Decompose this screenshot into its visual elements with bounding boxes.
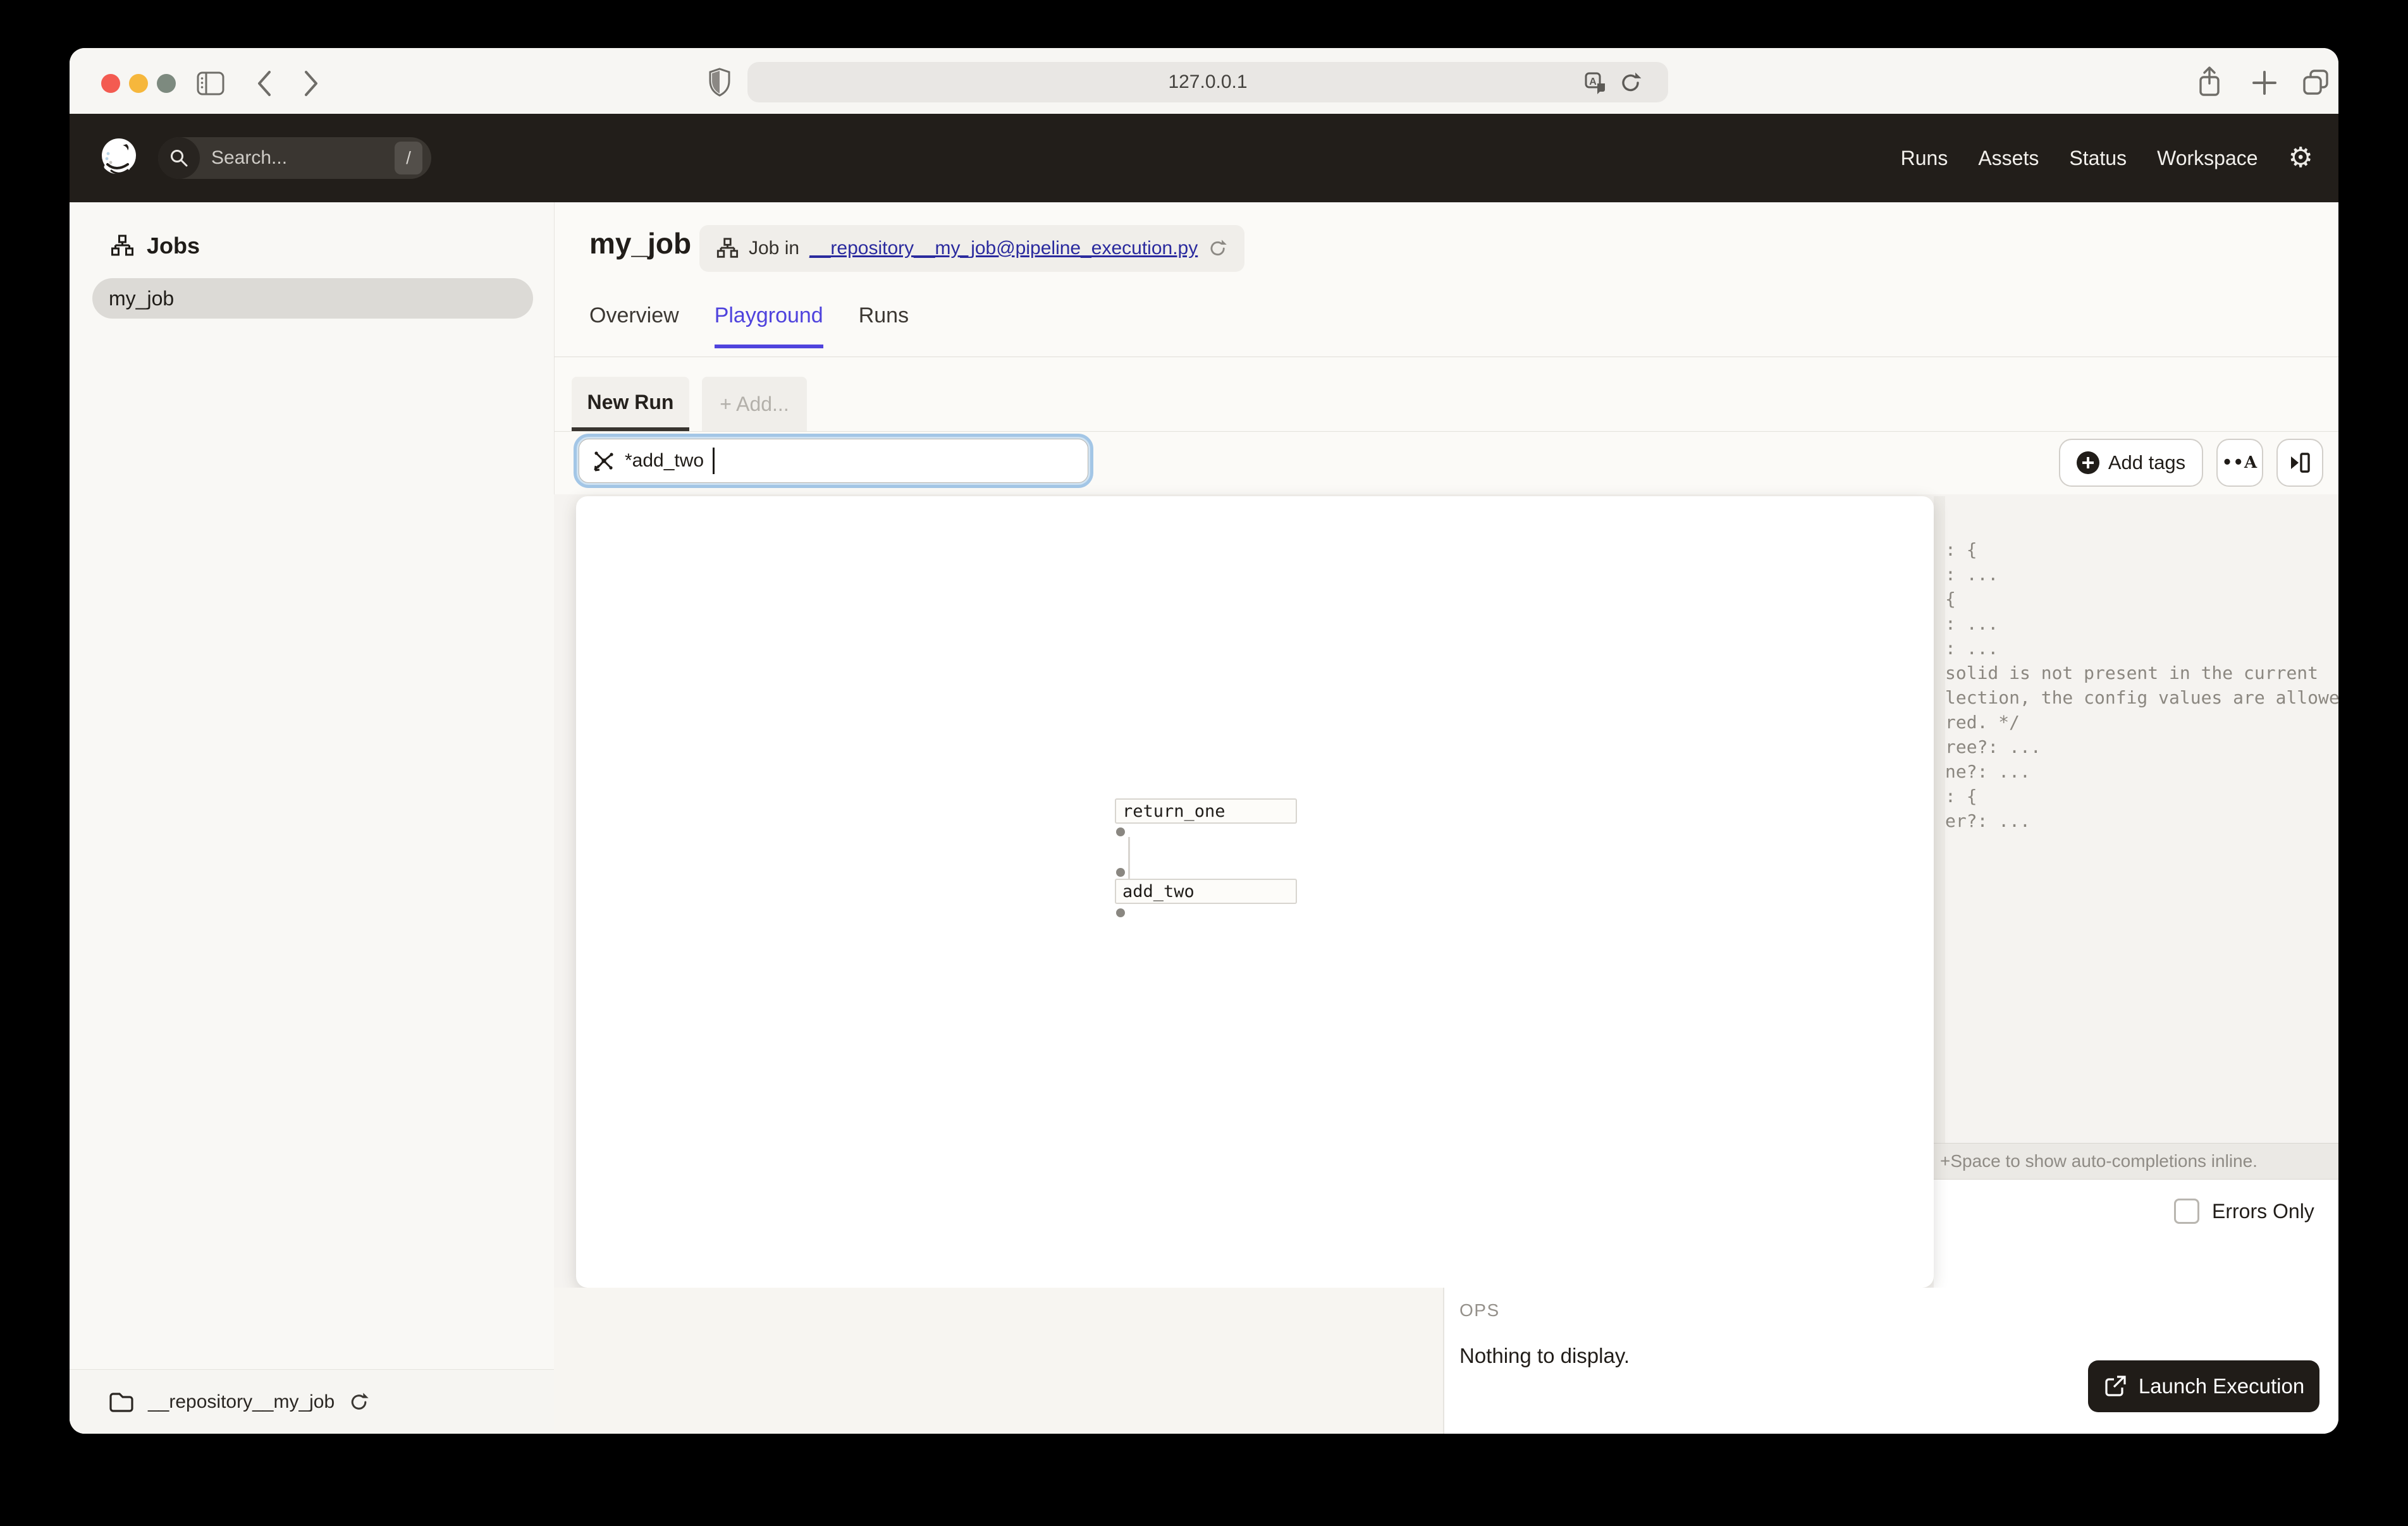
plus-icon [2077, 451, 2099, 474]
page-title: my_job [589, 226, 691, 260]
launch-execution-label: Launch Execution [2139, 1374, 2304, 1398]
shield-icon[interactable] [708, 67, 731, 97]
add-tags-button[interactable]: Add tags [2059, 439, 2203, 487]
play-panel-icon [2286, 449, 2314, 477]
launch-execution-button[interactable]: Launch Execution [2088, 1360, 2319, 1412]
node-label: add_two [1122, 882, 1195, 901]
tab-overview-icon[interactable] [2300, 67, 2331, 97]
search-placeholder: Search... [211, 147, 395, 169]
node-label: return_one [1122, 802, 1226, 821]
reload-job-icon[interactable] [1208, 238, 1228, 259]
job-tabs: Overview Playground Runs [589, 303, 909, 348]
sidebar-heading: Jobs [110, 233, 200, 259]
reload-icon[interactable] [1619, 71, 1643, 95]
editor-gutter [1934, 496, 1945, 1143]
app-topbar: Search... / Runs Assets Status Workspace… [70, 114, 2338, 202]
close-window-button[interactable] [101, 74, 120, 93]
url-bar[interactable]: 127.0.0.1 A [747, 62, 1668, 102]
browser-window: 127.0.0.1 A [70, 48, 2338, 1434]
repository-link[interactable]: __repository__my_job@pipeline_execution.… [809, 238, 1198, 259]
add-config-tab-button[interactable]: + Add... [702, 377, 807, 431]
errors-only-checkbox[interactable] [2174, 1199, 2199, 1224]
back-button[interactable] [255, 70, 273, 97]
sidebar-item-my-job[interactable]: my_job [92, 278, 533, 319]
share-icon[interactable] [2196, 66, 2223, 99]
op-selector-focus-ring: *add_two [574, 434, 1093, 488]
forward-button[interactable] [302, 70, 320, 97]
nav-runs[interactable]: Runs [1901, 147, 1948, 170]
add-config-tab-label: + Add... [720, 393, 789, 416]
url-text: 127.0.0.1 [1168, 71, 1247, 93]
sidebar-heading-label: Jobs [147, 233, 200, 259]
translate-icon[interactable]: A [1583, 71, 1607, 95]
jobs-icon [110, 234, 134, 258]
add-tags-label: Add tags [2108, 451, 2185, 474]
svg-text:A: A [1589, 76, 1597, 87]
output-dot [1116, 827, 1125, 836]
tab-runs[interactable]: Runs [859, 303, 909, 348]
ops-empty-message: Nothing to display. [1459, 1344, 1630, 1368]
tab-playground[interactable]: Playground [715, 303, 823, 348]
nav-assets[interactable]: Assets [1978, 147, 2039, 170]
global-search[interactable]: Search... / [158, 137, 431, 179]
bottom-left-panel [554, 1288, 1443, 1434]
zoom-window-button[interactable] [157, 74, 176, 93]
text-cursor [713, 448, 715, 474]
minimize-window-button[interactable] [129, 74, 148, 93]
output-dot [1116, 908, 1125, 917]
errors-only-label: Errors Only [2212, 1200, 2314, 1223]
jobs-sidebar: Jobs my_job __repository__my_job [70, 202, 555, 1434]
search-shortcut-badge: / [395, 142, 422, 174]
ops-panel-heading: OPS [1459, 1300, 1500, 1321]
op-graph-icon [591, 448, 616, 473]
breadcrumb-prefix: Job in [749, 238, 799, 259]
input-dot [1116, 868, 1125, 877]
errors-filter-area [1934, 1180, 2338, 1288]
op-selector-value: *add_two [625, 450, 704, 472]
nav-workspace[interactable]: Workspace [2157, 147, 2258, 170]
dagster-logo[interactable] [99, 137, 142, 180]
new-run-tab[interactable]: New Run [572, 377, 689, 431]
graph-edge [1128, 837, 1130, 879]
op-selector-input[interactable]: *add_two [579, 439, 1088, 483]
config-editor[interactable]: : {: ...{: ...: ...solid is not present … [1945, 537, 2338, 833]
autocomplete-button-label: ••A [2222, 453, 2258, 472]
graph-node-return-one[interactable]: return_one [1115, 798, 1297, 824]
run-strip-divider [554, 431, 2338, 432]
job-icon [716, 237, 739, 260]
job-origin-breadcrumb: Job in __repository__my_job@pipeline_exe… [699, 225, 1244, 272]
screen: 127.0.0.1 A [0, 0, 2408, 1526]
repository-name: __repository__my_job [148, 1391, 335, 1413]
folder-icon [109, 1391, 134, 1413]
topbar-nav: Runs Assets Status Workspace ⚙ [1901, 144, 2313, 172]
graph-node-add-two[interactable]: add_two [1115, 879, 1297, 904]
sidebar-toggle-icon[interactable] [196, 71, 229, 97]
sidebar-item-label: my_job [109, 287, 174, 310]
expand-panel-button[interactable] [2276, 439, 2323, 487]
autocomplete-hint-bar: +Space to show auto-completions inline. [1934, 1143, 2338, 1180]
settings-gear-icon[interactable]: ⚙ [2288, 144, 2313, 172]
repository-footer[interactable]: __repository__my_job [70, 1369, 554, 1434]
nav-status[interactable]: Status [2069, 147, 2127, 170]
browser-chrome: 127.0.0.1 A [70, 48, 2338, 114]
launch-icon [2103, 1374, 2127, 1398]
new-run-tab-label: New Run [587, 391, 674, 414]
new-tab-button[interactable] [2251, 70, 2278, 96]
tab-overview[interactable]: Overview [589, 303, 679, 348]
search-icon [158, 137, 200, 179]
reload-repository-icon[interactable] [348, 1391, 370, 1413]
autocomplete-button[interactable]: ••A [2216, 439, 2263, 487]
autocomplete-hint-text: +Space to show auto-completions inline. [1940, 1151, 2258, 1171]
